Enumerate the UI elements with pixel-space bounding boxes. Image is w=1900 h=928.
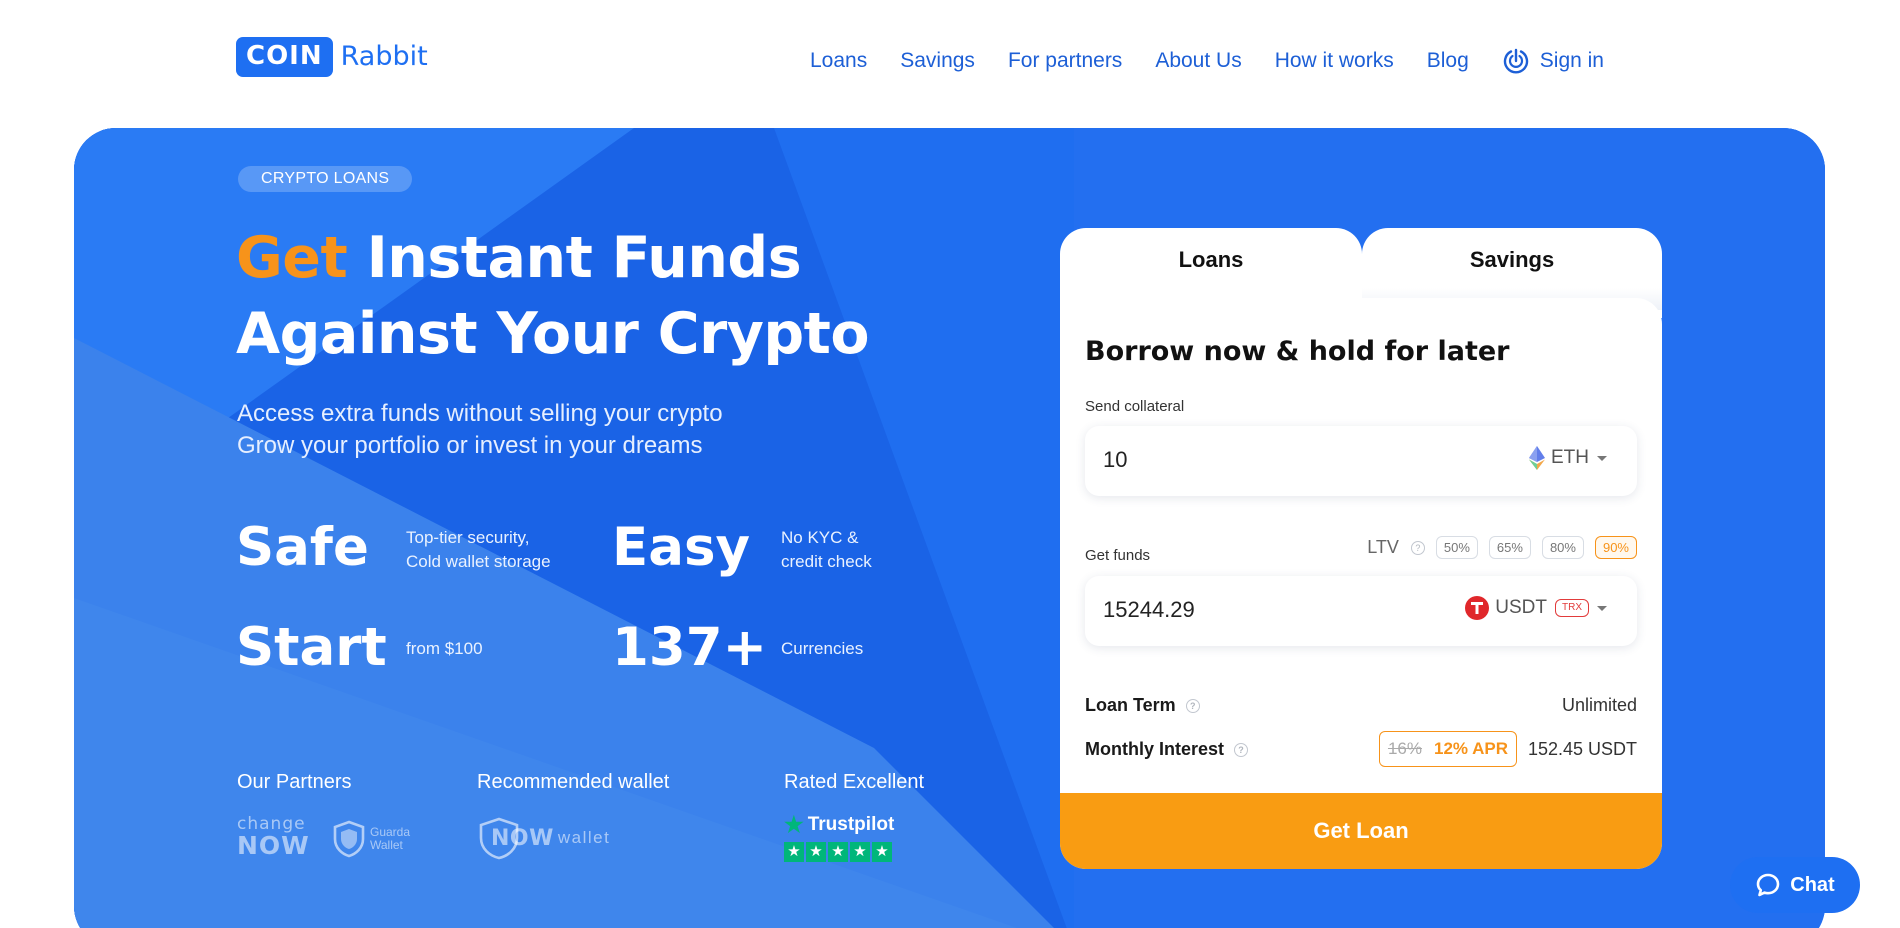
ltv-label: LTV [1367, 537, 1399, 557]
get-currency-label: USDT [1495, 597, 1547, 618]
eth-icon [1529, 446, 1545, 470]
get-funds-label: Get funds [1085, 547, 1151, 564]
hero-headline: Get Instant Funds Against Your Crypto [236, 220, 870, 372]
nav-savings[interactable]: Savings [900, 49, 975, 73]
signin-label: Sign in [1539, 49, 1604, 72]
logo[interactable]: COIN Rabbit [236, 36, 428, 78]
logo-box: COIN [236, 37, 333, 77]
monthly-interest-text: Monthly Interest [1085, 739, 1225, 759]
card-title: Borrow now & hold for later [1085, 336, 1510, 367]
get-loan-button[interactable]: Get Loan [1060, 793, 1662, 869]
trustpilot-label: Trustpilot [807, 814, 895, 835]
chevron-down-icon [1597, 605, 1607, 611]
rated-title: Rated Excellent [784, 771, 925, 793]
feature-safe-line2: Cold wallet storage [406, 552, 551, 571]
guarda-logo[interactable]: Guarda Wallet [332, 820, 410, 858]
feature-start-desc: from $100 [406, 639, 483, 658]
loan-term-text: Loan Term [1085, 695, 1176, 715]
monthly-interest-label: Monthly Interest ? [1085, 739, 1249, 760]
nav-about-us[interactable]: About Us [1155, 49, 1241, 73]
ltv-option-80[interactable]: 80% [1541, 536, 1584, 559]
feature-safe-line1: Top-tier security, [406, 528, 530, 547]
ltv-option-65[interactable]: 65% [1488, 536, 1531, 559]
chat-button[interactable]: Chat [1730, 857, 1860, 913]
feature-easy-desc: No KYC & credit check [781, 526, 872, 574]
apr-old: 16% [1387, 739, 1422, 758]
feature-currencies-title: 137+ [612, 617, 768, 678]
signin-link[interactable]: Sign in [1502, 47, 1604, 75]
subtitle-line2: Grow your portfolio or invest in your dr… [237, 432, 703, 459]
main-nav: Loans Savings For partners About Us How … [810, 44, 1604, 78]
chevron-down-icon [1597, 455, 1607, 461]
changenow-logo[interactable]: change NOW [237, 816, 310, 859]
feature-easy-line2: credit check [781, 552, 872, 571]
loan-calculator-card: Loans Savings Borrow now & hold for late… [1060, 228, 1662, 869]
wallet-title: Recommended wallet [477, 771, 670, 793]
hero-subtitle: Access extra funds without selling your … [237, 398, 723, 462]
feature-easy-line1: No KYC & [781, 528, 859, 547]
partners-title: Our Partners [237, 771, 352, 793]
star-icon: ★ [872, 842, 892, 862]
star-icon: ★ [850, 842, 870, 862]
logo-text: Rabbit [340, 41, 428, 72]
ltv-option-50[interactable]: 50% [1435, 536, 1478, 559]
subtitle-line1: Access extra funds without selling your … [237, 400, 723, 427]
feature-currencies-desc: Currencies [781, 639, 864, 658]
tether-icon [1465, 596, 1490, 620]
nowwallet-logo[interactable]: NOW wallet [477, 816, 610, 860]
trustpilot-stars: ★ ★ ★ ★ ★ [784, 842, 894, 862]
star-icon: ★ [806, 842, 826, 862]
ltv-help-icon[interactable]: ? [1410, 540, 1425, 555]
signin-icon [1502, 47, 1530, 75]
nowwallet-now: NOW [491, 825, 554, 851]
star-icon: ★ [784, 842, 804, 862]
send-currency-select[interactable]: ETH [1529, 446, 1607, 470]
feature-safe-desc: Top-tier security, Cold wallet storage [406, 526, 551, 574]
get-funds-field: USDT TRX [1085, 576, 1637, 646]
feature-easy-title: Easy [612, 517, 751, 578]
network-badge: TRX [1555, 599, 1589, 617]
crypto-loans-badge: CRYPTO LOANS [238, 166, 413, 192]
chat-label: Chat [1790, 873, 1835, 896]
nav-for-partners[interactable]: For partners [1008, 49, 1122, 73]
chat-bubble-icon [1755, 872, 1781, 898]
nowwallet-wallet: wallet [557, 828, 611, 847]
star-icon: ★ [784, 812, 804, 837]
trustpilot-badge[interactable]: ★ Trustpilot ★ ★ ★ ★ ★ [784, 812, 894, 862]
apr-new: 12% APR [1434, 739, 1509, 758]
send-amount-input[interactable] [1101, 446, 1405, 474]
send-currency-label: ETH [1551, 447, 1589, 468]
loan-term-help-icon[interactable]: ? [1185, 698, 1200, 713]
nav-loans[interactable]: Loans [810, 49, 867, 73]
shield-icon [332, 820, 366, 858]
loan-term-label: Loan Term ? [1085, 695, 1200, 716]
star-icon: ★ [828, 842, 848, 862]
send-collateral-field: ETH [1085, 426, 1637, 496]
loan-term-value: Unlimited [1561, 695, 1637, 715]
get-amount-input[interactable] [1101, 596, 1405, 624]
monthly-interest-value: 152.45 USDT [1527, 739, 1637, 759]
ltv-selector: LTV ? 50% 65% 80% 90% [1367, 536, 1637, 559]
get-currency-select[interactable]: USDT TRX [1465, 596, 1607, 620]
nav-how-it-works[interactable]: How it works [1275, 49, 1394, 73]
changenow-bottom: NOW [237, 831, 310, 860]
headline-line2: Against Your Crypto [236, 301, 870, 367]
headline-line1: Instant Funds [366, 225, 802, 291]
monthly-interest-help-icon[interactable]: ? [1234, 742, 1249, 757]
feature-start-title: Start [236, 617, 387, 678]
send-collateral-label: Send collateral [1085, 398, 1185, 415]
headline-accent: Get [236, 225, 348, 291]
guarda-line2: Wallet [370, 838, 403, 852]
hero-section: CRYPTO LOANS Get Instant Funds Against Y… [74, 128, 1825, 928]
nav-blog[interactable]: Blog [1427, 49, 1469, 73]
ltv-option-90[interactable]: 90% [1594, 536, 1637, 559]
feature-safe-title: Safe [236, 517, 369, 578]
card-body: Borrow now & hold for later Send collate… [1060, 298, 1662, 869]
apr-badge: 16% 12% APR [1379, 731, 1517, 767]
site-header: COIN Rabbit Loans Savings For partners A… [0, 0, 1900, 124]
